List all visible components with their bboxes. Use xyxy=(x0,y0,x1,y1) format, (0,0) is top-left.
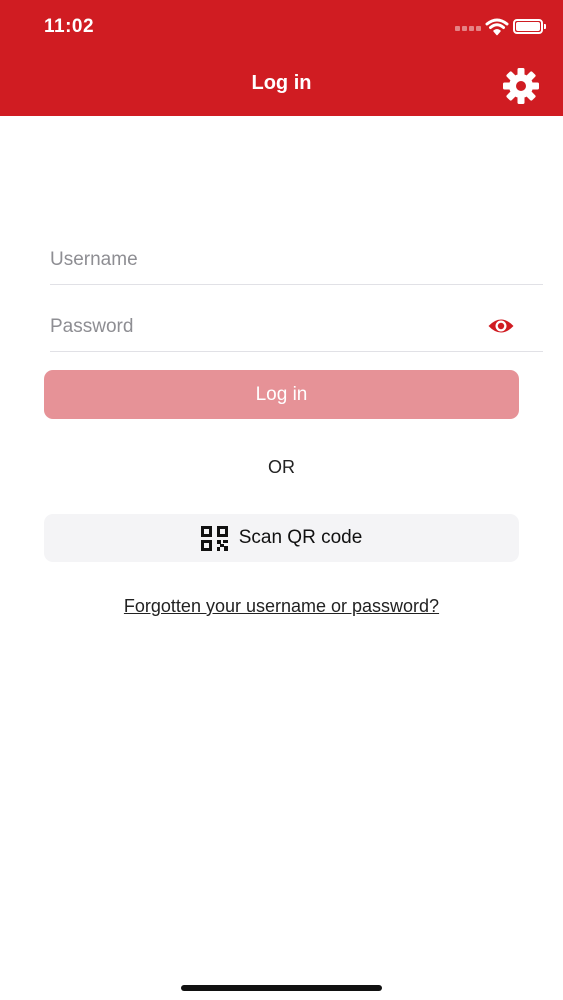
password-field xyxy=(50,302,543,352)
wifi-icon xyxy=(485,18,509,36)
eye-icon xyxy=(488,319,514,333)
password-input[interactable] xyxy=(50,302,543,352)
or-divider-text: OR xyxy=(268,457,295,477)
settings-button[interactable] xyxy=(501,66,541,106)
status-time: 11:02 xyxy=(44,16,95,37)
scan-qr-code-button[interactable]: Scan QR code xyxy=(44,514,519,562)
home-indicator xyxy=(181,985,382,991)
username-field xyxy=(50,235,543,285)
app-header: 11:02 Log in xyxy=(0,0,563,116)
username-input[interactable] xyxy=(50,235,543,285)
cellular-signal-icon xyxy=(455,26,481,32)
show-password-button[interactable] xyxy=(487,315,515,337)
battery-icon xyxy=(513,19,546,34)
qr-code-icon xyxy=(200,525,228,551)
login-screen: 11:02 Log in Username Log in OR Scan QR … xyxy=(0,0,563,1000)
scan-qr-code-label: Scan QR code xyxy=(238,527,363,548)
forgot-credentials-link[interactable]: Forgotten your username or password? xyxy=(0,596,563,617)
login-button[interactable]: Log in xyxy=(44,370,519,419)
page-title: Log in xyxy=(251,72,312,94)
gear-icon xyxy=(503,68,539,104)
